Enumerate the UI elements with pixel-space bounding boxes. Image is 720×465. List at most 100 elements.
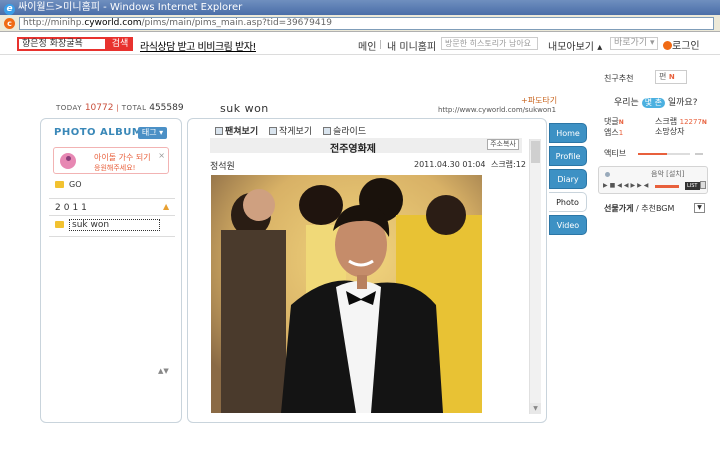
tag-button-label: 태그	[141, 128, 157, 137]
notice-banner[interactable]: 아이돌 가수 되기 응원해주세요! ×	[53, 147, 169, 174]
activity-bar	[638, 153, 690, 155]
folder-icon	[55, 221, 64, 228]
volume-slider[interactable]	[655, 185, 679, 188]
stat-right[interactable]: 소망상자	[655, 127, 684, 137]
activity-bar-end	[695, 153, 703, 155]
player-controls-icon[interactable]: ▶■◀◀▶▶◀	[603, 182, 650, 189]
home-url[interactable]: http://www.cyworld.com/sukwon1	[438, 106, 556, 114]
tab-video[interactable]: Video	[549, 215, 587, 235]
album-title: PHOTO ALBUM	[54, 127, 143, 138]
bgm-toggle-button[interactable]: ▼	[694, 203, 705, 213]
tab-label: 팬쳐보기	[225, 127, 259, 137]
scrollbar-thumb[interactable]	[531, 141, 540, 163]
divider	[49, 215, 175, 216]
search-button[interactable]: 검색	[107, 37, 133, 51]
folder-label: GO	[69, 180, 82, 189]
post-meta: 2011.04.30 01:04 스크랩:12	[414, 159, 526, 170]
bgm-label: / 추천BGM	[633, 204, 675, 213]
tab-profile[interactable]: Profile	[549, 146, 587, 166]
window-titlebar: e 싸이월드>미니홈피 - Windows Internet Explorer	[0, 0, 720, 15]
divider	[49, 198, 175, 199]
stat-row[interactable]: 댓글N 스크랩 12277N	[604, 117, 707, 128]
url-domain: cyworld.com	[84, 18, 142, 28]
login-icon	[663, 41, 672, 50]
search-input[interactable]: 향은정 화장굴욕	[17, 37, 107, 51]
tab-home[interactable]: Home	[549, 123, 587, 143]
wave-surf-link[interactable]: +파도타기	[521, 95, 557, 106]
tab-slide[interactable]: 슬라이드	[323, 127, 366, 137]
goto-dropdown[interactable]: 바로가기 ▾	[610, 37, 658, 50]
scroll-arrows-icon[interactable]: ▲▼	[158, 367, 169, 375]
login-button[interactable]: 로그인	[663, 37, 700, 52]
folder-item-suk-won[interactable]: suk won	[55, 219, 160, 231]
divider	[49, 236, 175, 237]
stat-row[interactable]: 앱스1 소망상자	[604, 127, 684, 138]
internet-explorer-icon: e	[4, 4, 15, 15]
visitor-counter: TODAY 10772 | TOTAL 455589	[56, 103, 184, 113]
main-content-panel: 팬쳐보기 작게보기 슬라이드 전주영화제 주소복사 정석원 2011.04.30…	[187, 118, 547, 423]
notice-line1: 아이돌 가수 되기	[94, 153, 151, 162]
nav-main-link[interactable]: 메인	[358, 38, 376, 53]
tab-photo[interactable]: Photo	[549, 192, 587, 212]
stat-label: 소망상자	[655, 127, 685, 136]
folder-item-go[interactable]: GO	[55, 180, 82, 189]
url-prefix: http://minihp.	[23, 18, 85, 28]
promo-link[interactable]: 라식상담 받고 비비크림 받자!	[140, 38, 256, 53]
scrap-count[interactable]: 스크랩:12	[491, 160, 526, 169]
relation-question[interactable]: 우리는 몇 촌 일까요?	[614, 95, 697, 108]
top-navigation: 향은정 화장굴욕 검색 라식상담 받고 비비크림 받자! 메인 내 미니홈피 방…	[0, 33, 720, 55]
stat-label: 앱스	[604, 128, 619, 137]
stat-label: 스크랩	[655, 117, 678, 126]
my-collection-dropdown[interactable]: 내모아보기 ▴	[548, 38, 602, 53]
question-pre: 우리는	[614, 98, 639, 108]
tab-diary[interactable]: Diary	[549, 169, 587, 189]
view-mode-tabs: 팬쳐보기 작게보기 슬라이드	[215, 124, 374, 137]
new-badge: N	[668, 73, 675, 81]
total-label: TOTAL	[121, 104, 147, 112]
post-date: 2011.04.30 01:04	[414, 160, 486, 169]
power-icon[interactable]	[700, 181, 706, 189]
friend-box-label: 편	[659, 72, 667, 81]
friend-recommend-box[interactable]: 편 N	[655, 70, 687, 84]
tab-small-view[interactable]: 작게보기	[269, 127, 312, 137]
my-collection-label: 내모아보기	[548, 42, 594, 53]
microphone-icon	[60, 153, 76, 169]
activity-label: 액티브	[604, 149, 627, 158]
left-sidebar: PHOTO ALBUM 태그 ▾ 아이돌 가수 되기 응원해주세요! × GO …	[40, 118, 182, 423]
tab-label: 작게보기	[279, 127, 313, 137]
caret-up-icon: ▴	[597, 42, 603, 53]
tab-full-view[interactable]: 팬쳐보기	[215, 127, 258, 137]
year-header: 2011	[55, 203, 90, 213]
owner-name: suk won	[220, 102, 269, 115]
scroll-down-icon[interactable]: ▼	[530, 403, 541, 414]
music-note-icon	[605, 172, 610, 177]
bgm-link[interactable]: 선물가게 / 추천BGM	[604, 203, 674, 214]
collapse-arrow-icon[interactable]: ▲	[163, 202, 169, 211]
vertical-scrollbar[interactable]: ▲ ▼	[529, 139, 541, 414]
copy-url-button[interactable]: 주소복사	[487, 139, 519, 150]
tag-button[interactable]: 태그 ▾	[138, 127, 167, 139]
window-title: 싸이월드>미니홈피 - Windows Internet Explorer	[18, 2, 243, 13]
counter-separator: |	[116, 104, 120, 112]
login-label: 로그인	[672, 41, 700, 52]
history-dropdown[interactable]: 방문한 히스토리가 남아요	[441, 37, 538, 50]
folder-label: suk won	[69, 219, 160, 231]
new-badge: N	[701, 119, 707, 126]
playlist-button[interactable]: LIST	[685, 182, 700, 190]
grid-icon	[215, 127, 223, 135]
url-field[interactable]: http://minihp.cyworld.com/pims/main/pims…	[19, 17, 714, 30]
total-count: 455589	[149, 103, 184, 113]
music-label[interactable]: 음악 [설치]	[651, 169, 684, 179]
address-bar: c http://minihp.cyworld.com/pims/main/pi…	[0, 15, 720, 32]
photo-image	[211, 175, 482, 413]
tab-label: 슬라이드	[333, 127, 367, 137]
cyworld-page-icon: c	[4, 18, 15, 29]
close-icon[interactable]: ×	[158, 151, 165, 160]
friend-recommend-label: 친구추천	[604, 74, 634, 83]
question-post: 일까요?	[667, 98, 698, 108]
folder-icon	[55, 181, 64, 188]
grid-icon	[269, 127, 277, 135]
post-photo[interactable]	[211, 175, 482, 413]
post-writer[interactable]: 정석원	[210, 159, 235, 172]
nav-my-minihompy-link[interactable]: 내 미니홈피	[387, 38, 436, 53]
